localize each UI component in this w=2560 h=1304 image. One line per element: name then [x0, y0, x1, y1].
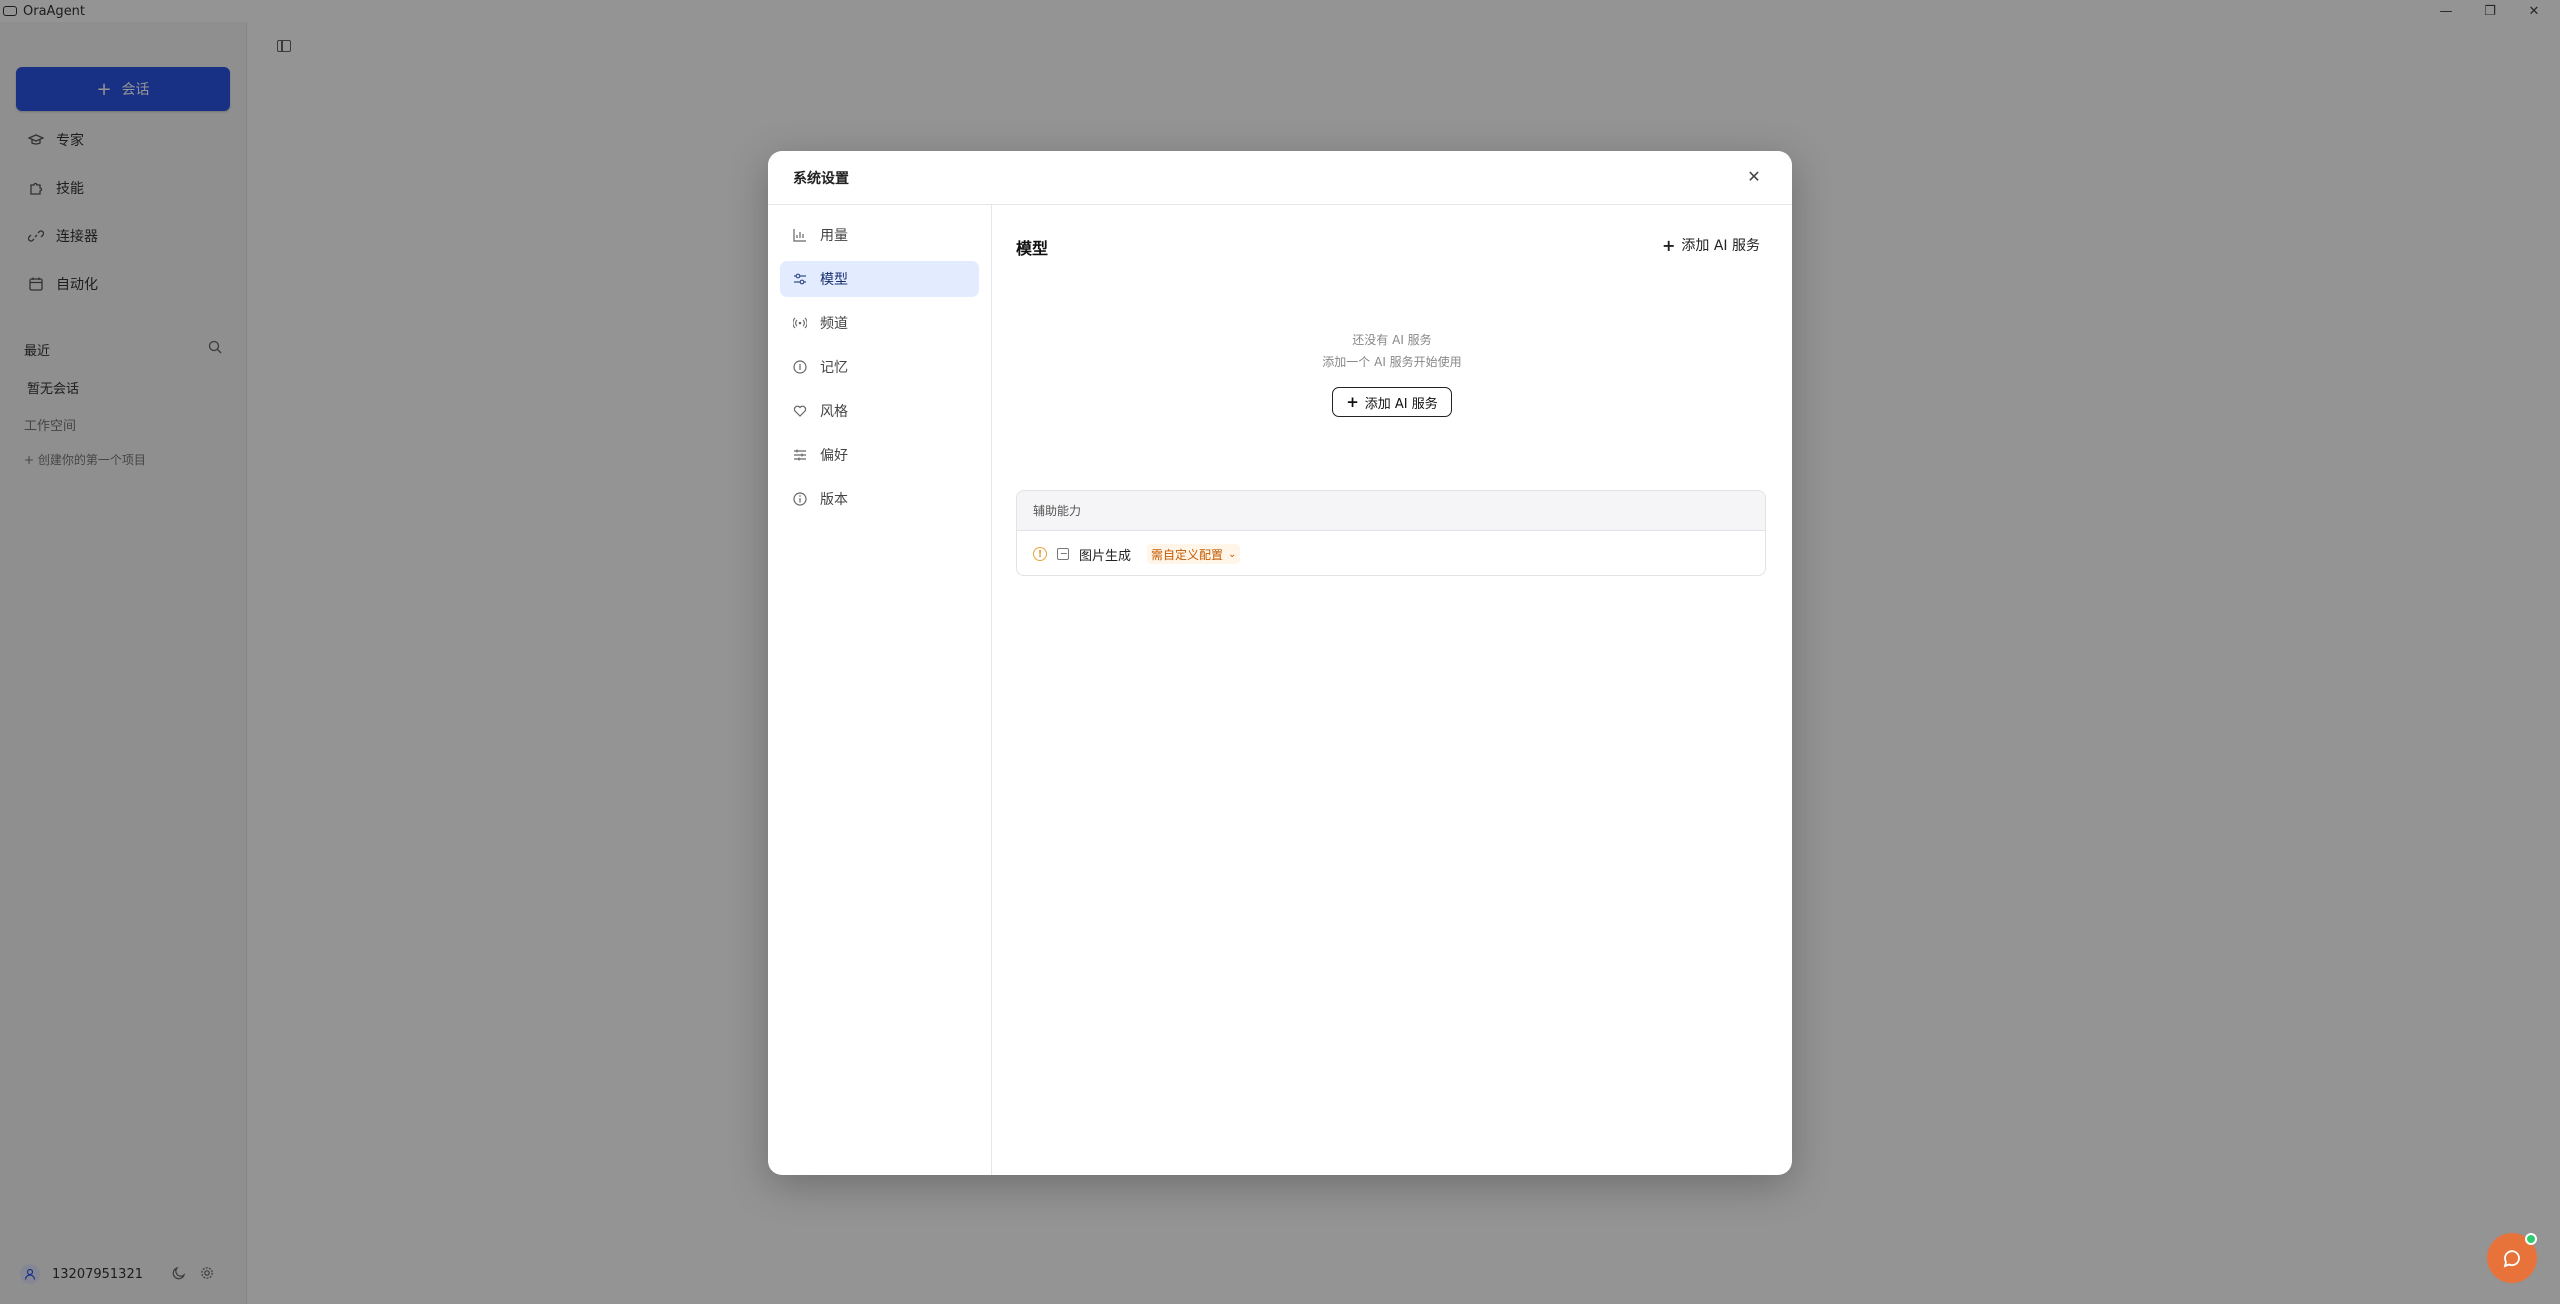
plus-icon: + — [1661, 235, 1676, 255]
info-circle-icon — [792, 359, 808, 375]
modal-title: 系统设置 — [793, 171, 849, 187]
aux-capabilities-card: 辅助能力 ! 图片生成 需自定义配置 ⌄ — [1016, 490, 1766, 576]
capability-config-dropdown[interactable]: 需自定义配置 ⌄ — [1147, 544, 1241, 564]
settings-nav-label: 用量 — [820, 228, 848, 244]
info-icon — [792, 491, 808, 507]
radio-icon — [792, 315, 808, 331]
settings-nav-label: 版本 — [820, 492, 848, 508]
settings-nav-label: 偏好 — [820, 448, 848, 464]
settings-nav: 用量 模型 频道 记忆 风格 偏好 版本 — [768, 205, 992, 1175]
settings-nav-label: 记忆 — [820, 360, 848, 376]
settings-nav-style[interactable]: 风格 — [780, 393, 979, 429]
settings-nav-channels[interactable]: 频道 — [780, 305, 979, 341]
settings-nav-label: 模型 — [820, 272, 848, 288]
tune-icon — [792, 447, 808, 463]
settings-nav-label: 频道 — [820, 316, 848, 332]
settings-nav-label: 风格 — [820, 404, 848, 420]
section-title: 模型 — [1016, 239, 1049, 258]
settings-nav-usage[interactable]: 用量 — [780, 217, 979, 253]
capability-status: 需自定义配置 — [1151, 547, 1224, 562]
add-ai-service-empty-button[interactable]: + 添加 AI 服务 — [1332, 387, 1452, 417]
close-icon[interactable]: ✕ — [1746, 169, 1762, 185]
settings-modal: 系统设置 ✕ 用量 模型 频道 记忆 风格 偏好 版本 模型 + 添加 AI 服… — [768, 151, 1792, 1175]
add-ai-service-label: 添加 AI 服务 — [1681, 238, 1760, 254]
sliders-icon — [792, 271, 808, 287]
settings-nav-models[interactable]: 模型 — [780, 261, 979, 297]
empty-state-subtitle: 添加一个 AI 服务开始使用 — [1322, 355, 1462, 369]
modal-header: 系统设置 ✕ — [768, 151, 1792, 205]
plus-icon: + — [1346, 393, 1359, 411]
support-chat-button[interactable] — [2487, 1233, 2537, 1283]
warning-icon: ! — [1033, 547, 1047, 561]
settings-nav-preferences[interactable]: 偏好 — [780, 437, 979, 473]
add-ai-service-button[interactable]: + 添加 AI 服务 — [1662, 233, 1760, 257]
capability-name: 图片生成 — [1079, 548, 1132, 564]
settings-nav-version[interactable]: 版本 — [780, 481, 979, 517]
aux-capabilities-heading: 辅助能力 — [1017, 491, 1765, 531]
list-item: ! 图片生成 需自定义配置 ⌄ — [1017, 531, 1765, 575]
settings-content: 模型 + 添加 AI 服务 还没有 AI 服务 添加一个 AI 服务开始使用 +… — [992, 205, 1792, 1175]
empty-state-title: 还没有 AI 服务 — [1352, 333, 1432, 347]
heart-icon — [792, 403, 808, 419]
settings-nav-memory[interactable]: 记忆 — [780, 349, 979, 385]
image-icon — [1057, 548, 1069, 560]
online-status-dot — [2525, 1233, 2537, 1245]
chevron-down-icon: ⌄ — [1228, 548, 1237, 560]
add-ai-service-label: 添加 AI 服务 — [1364, 396, 1438, 412]
bar-chart-icon — [792, 227, 808, 243]
